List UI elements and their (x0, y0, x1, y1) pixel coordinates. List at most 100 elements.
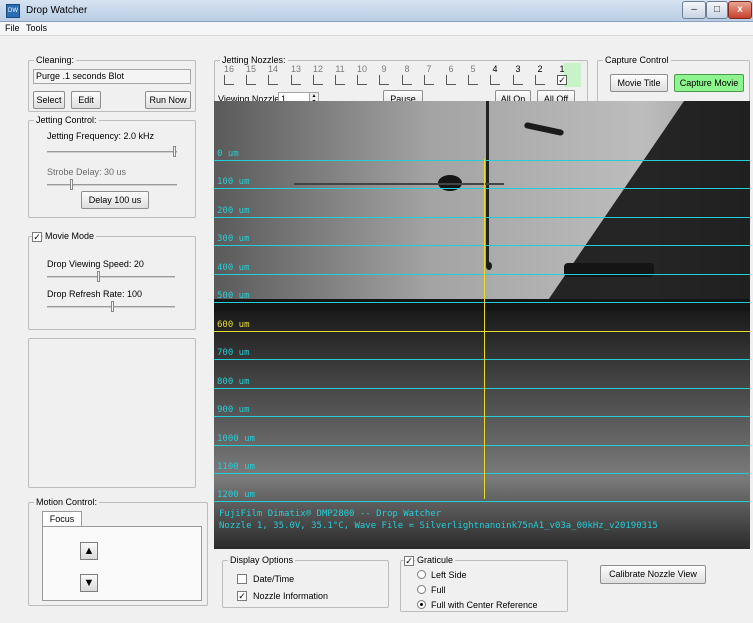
graticule-full-center-radio[interactable] (417, 600, 426, 609)
app-window: DW Drop Watcher – □ x File Tools Cleanin… (0, 0, 753, 623)
graticule-label: Graticule (415, 555, 456, 565)
graticule-left-side-radio[interactable] (417, 570, 426, 579)
tab-focus[interactable]: Focus (42, 511, 82, 527)
delay-button[interactable]: Delay 100 us (81, 191, 149, 209)
nozzle-information-checkbox[interactable]: ✓ (237, 591, 247, 601)
run-now-button[interactable]: Run Now (145, 91, 191, 109)
slider-track (47, 184, 177, 186)
jetting-frequency-label: Jetting Frequency: 2.0 kHz (47, 131, 155, 141)
nozzle-number: 4 (492, 64, 498, 74)
select-button[interactable]: Select (33, 91, 65, 109)
menu-bar: File Tools (0, 22, 753, 36)
calibrate-nozzle-view-button[interactable]: Calibrate Nozzle View (600, 565, 706, 584)
graticule-group: ✓ Graticule Left Side Full Full with Cen… (400, 555, 568, 612)
date-time-checkbox[interactable] (237, 574, 247, 584)
graticule-label: 900 um (217, 405, 250, 415)
graticule-line (214, 501, 750, 502)
nozzle-number: 10 (356, 64, 367, 74)
nozzle-number: 3 (515, 64, 521, 74)
drop-refresh-rate-label: Drop Refresh Rate: 100 (47, 289, 143, 299)
nozzle-checkbox[interactable] (424, 75, 434, 85)
close-button[interactable]: x (728, 1, 752, 19)
slider-track (47, 151, 177, 153)
nozzle-checkbox[interactable] (402, 75, 412, 85)
focus-down-button[interactable]: ▼ (80, 574, 98, 592)
graticule-label: 1100 um (217, 462, 255, 472)
window-title: Drop Watcher (26, 5, 88, 16)
nozzle-number: 9 (381, 64, 387, 74)
nozzle-number: 8 (404, 64, 410, 74)
nozzle-checkbox[interactable] (513, 75, 523, 85)
graticule-full-radio[interactable] (417, 585, 426, 594)
graticule-line (214, 445, 750, 446)
drop-watcher-camera-view[interactable]: 0 um 100 um 200 um 300 um 400 um 500 um 600 um… (214, 101, 750, 549)
nozzle-number: 12 (312, 64, 323, 74)
nozzle-checkbox[interactable] (313, 75, 323, 85)
nozzle-checkbox[interactable] (268, 75, 278, 85)
camera-info-line1: FujiFilm Dimatix® DMP2800 -- Drop Watche… (219, 509, 442, 519)
title-bar[interactable]: DW Drop Watcher – □ x (0, 0, 753, 22)
movie-mode-checkbox[interactable]: ✓ (32, 232, 42, 242)
nozzle-number: 14 (267, 64, 278, 74)
graticule-line (214, 160, 750, 161)
graticule-line (214, 274, 750, 275)
graticule-checkbox[interactable]: ✓ (404, 556, 414, 566)
edit-button[interactable]: Edit (71, 91, 101, 109)
drop-refresh-rate-slider[interactable] (47, 301, 175, 313)
focus-up-button[interactable]: ▲ (80, 542, 98, 560)
cleaning-group: Cleaning: Purge .1 seconds Blot Select E… (28, 55, 196, 112)
cleaning-cycle-field[interactable]: Purge .1 seconds Blot (33, 69, 191, 84)
movie-mode-label: Movie Mode (43, 231, 97, 241)
maximize-button[interactable]: □ (706, 1, 728, 19)
center-reference-line (484, 159, 485, 499)
graticule-label: 300 um (217, 234, 250, 244)
nozzle-checkbox[interactable]: ✓ (557, 75, 567, 85)
strobe-delay-label: Strobe Delay: 30 us (47, 167, 127, 177)
movie-mode-group: ✓ Movie Mode Drop Viewing Speed: 20 Drop… (28, 231, 196, 330)
nozzle-number: 7 (426, 64, 432, 74)
capture-control-label: Capture Control (603, 55, 671, 65)
minimize-button[interactable]: – (682, 1, 706, 19)
nozzle-checkbox[interactable] (446, 75, 456, 85)
graticule-label: 800 um (217, 377, 250, 387)
nozzle-checkbox[interactable] (224, 75, 234, 85)
slider-thumb[interactable] (70, 179, 73, 190)
cleaning-label: Cleaning: (34, 55, 77, 65)
graticule-label: 1000 um (217, 434, 255, 444)
graticule-line (214, 473, 750, 474)
camera-info-line2: Nozzle 1, 35.0V, 35.1°C, Wave File = Sil… (219, 521, 658, 531)
nozzle-checkbox[interactable] (468, 75, 478, 85)
nozzle-checkbox[interactable] (357, 75, 367, 85)
nozzle-checkbox[interactable] (535, 75, 545, 85)
slider-thumb[interactable] (97, 271, 100, 282)
graticule-full-center-label: Full with Center Reference (431, 600, 538, 610)
jetting-control-label: Jetting Control: (34, 115, 99, 125)
nozzle-number: 2 (537, 64, 543, 74)
menu-tools[interactable]: Tools (26, 23, 47, 33)
nozzle-checkbox[interactable] (335, 75, 345, 85)
nozzle-number: 11 (335, 64, 345, 74)
nozzle-checkbox[interactable] (246, 75, 256, 85)
slider-thumb[interactable] (173, 146, 176, 157)
capture-movie-button[interactable]: Capture Movie (674, 74, 744, 92)
drop-viewing-speed-label: Drop Viewing Speed: 20 (47, 259, 144, 269)
graticule-line (214, 302, 750, 303)
nozzle-checkbox[interactable] (490, 75, 500, 85)
strobe-delay-slider[interactable] (47, 179, 177, 191)
nozzle-number: 6 (448, 64, 454, 74)
movie-title-button[interactable]: Movie Title (610, 74, 668, 92)
graticule-label: 600 um (217, 320, 250, 330)
drop-viewing-speed-slider[interactable] (47, 271, 175, 283)
graticule-line (214, 416, 750, 417)
jetting-frequency-slider[interactable] (47, 146, 177, 158)
graticule-label: 100 um (217, 177, 250, 187)
graticule-line (214, 188, 750, 189)
nozzle-checkbox[interactable] (291, 75, 301, 85)
date-time-label: Date/Time (253, 574, 295, 584)
nozzle-checkbox[interactable] (379, 75, 389, 85)
slider-thumb[interactable] (111, 301, 114, 312)
motion-control-label: Motion Control: (34, 497, 100, 507)
graticule-left-side-label: Left Side (431, 570, 467, 580)
display-options-group: Display Options Date/Time ✓ Nozzle Infor… (222, 555, 389, 608)
menu-file[interactable]: File (5, 23, 20, 33)
